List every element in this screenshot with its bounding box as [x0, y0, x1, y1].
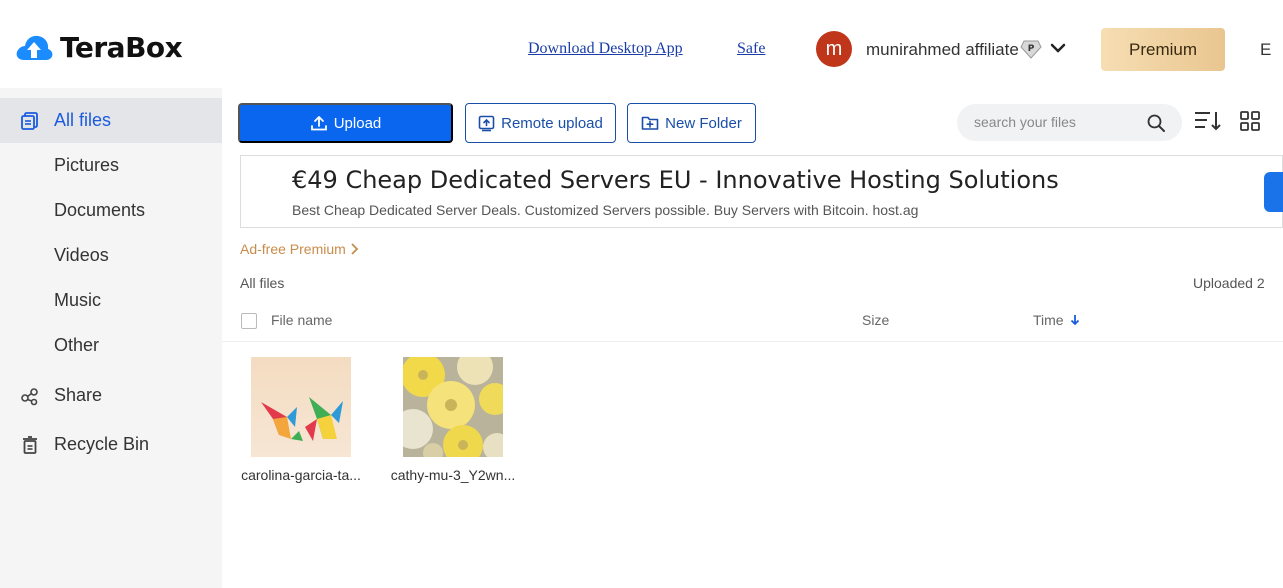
breadcrumb[interactable]: All files [240, 275, 284, 291]
upload-button[interactable]: Upload [238, 103, 453, 143]
remote-upload-button[interactable]: Remote upload [465, 103, 616, 143]
sidebar-item-label: Documents [54, 200, 146, 220]
ad-arrow-button[interactable] [1264, 172, 1283, 212]
remote-upload-label: Remote upload [501, 114, 603, 132]
trash-icon [23, 435, 37, 454]
sidebar-item-label: Pictures [54, 155, 120, 175]
sidebar-item-label: Recycle Bin [54, 434, 150, 454]
sidebar-item-label: Other [54, 335, 100, 355]
search-icon[interactable] [1146, 113, 1166, 133]
sidebar-item-label: Share [54, 385, 103, 405]
search-box[interactable]: search your files [957, 104, 1182, 141]
sidebar: All files Pictures Documents Videos Musi… [0, 88, 222, 588]
file-thumbnail[interactable] [403, 357, 503, 457]
file-name[interactable]: cathy-mu-3_Y2wn... [388, 467, 518, 483]
terabox-logo[interactable]: TeraBox [14, 30, 183, 64]
grid-view-icon[interactable] [1239, 110, 1261, 132]
top-header: TeraBox Download Desktop App Safe m muni… [0, 0, 1283, 88]
ad-subtitle: Best Cheap Dedicated Server Deals. Custo… [292, 202, 919, 218]
brand-name: TeraBox [60, 30, 183, 64]
new-folder-button[interactable]: New Folder [627, 103, 756, 143]
file-thumbnail[interactable] [251, 357, 351, 457]
svg-text:P: P [1028, 44, 1035, 54]
cloud-logo-icon [16, 35, 53, 60]
premium-button[interactable]: Premium [1101, 28, 1225, 71]
language-selector[interactable]: E [1260, 40, 1271, 60]
new-folder-label: New Folder [665, 114, 742, 132]
upload-label: Upload [333, 114, 382, 132]
file-stack-icon [21, 111, 38, 130]
column-time[interactable]: Time [1033, 312, 1082, 328]
sidebar-item-other[interactable]: Other [0, 323, 222, 368]
file-item[interactable]: cathy-mu-3_Y2wn... [388, 357, 518, 483]
column-time-label: Time [1033, 312, 1064, 328]
sidebar-item-videos[interactable]: Videos [0, 233, 222, 278]
uploaded-count: Uploaded 2 [1193, 275, 1265, 291]
remote-upload-icon [478, 115, 495, 131]
search-input[interactable]: search your files [974, 114, 1076, 130]
username[interactable]: munirahmed affiliate [866, 40, 1019, 60]
sidebar-item-label: Videos [54, 245, 109, 265]
safe-link[interactable]: Safe [737, 40, 765, 58]
premium-badge-icon: P [1020, 40, 1042, 59]
sidebar-item-music[interactable]: Music [0, 278, 222, 323]
sort-down-arrow-icon [1070, 315, 1079, 326]
select-all-checkbox[interactable] [241, 313, 257, 329]
sidebar-item-all-files[interactable]: All files [0, 98, 222, 143]
sidebar-item-share[interactable]: Share [0, 373, 222, 418]
share-icon [21, 387, 38, 405]
sidebar-item-label: All files [54, 110, 112, 130]
file-list-header: File name Size Time [222, 300, 1283, 342]
sidebar-item-pictures[interactable]: Pictures [0, 143, 222, 188]
column-file-name[interactable]: File name [271, 312, 332, 328]
ad-title[interactable]: €49 Cheap Dedicated Servers EU - Innovat… [292, 166, 1059, 194]
avatar[interactable]: m [816, 31, 852, 67]
column-size[interactable]: Size [862, 312, 889, 328]
upload-icon [310, 116, 327, 131]
download-desktop-link[interactable]: Download Desktop App [528, 40, 683, 58]
sidebar-item-recycle-bin[interactable]: Recycle Bin [0, 422, 222, 467]
folder-plus-icon [641, 116, 659, 130]
paper-rosettes-image [403, 357, 503, 457]
sidebar-item-label: Music [54, 290, 102, 310]
sort-icon[interactable] [1193, 108, 1223, 134]
file-item[interactable]: carolina-garcia-ta... [236, 357, 366, 483]
paper-cranes-image [251, 357, 351, 457]
file-name[interactable]: carolina-garcia-ta... [236, 467, 366, 483]
ad-free-label: Ad-free Premium [240, 241, 346, 257]
sidebar-item-documents[interactable]: Documents [0, 188, 222, 233]
ad-free-premium-link[interactable]: Ad-free Premium [240, 241, 360, 257]
ad-banner[interactable]: €49 Cheap Dedicated Servers EU - Innovat… [240, 155, 1283, 228]
chevron-right-icon [351, 243, 359, 255]
chevron-down-icon[interactable] [1049, 40, 1067, 56]
